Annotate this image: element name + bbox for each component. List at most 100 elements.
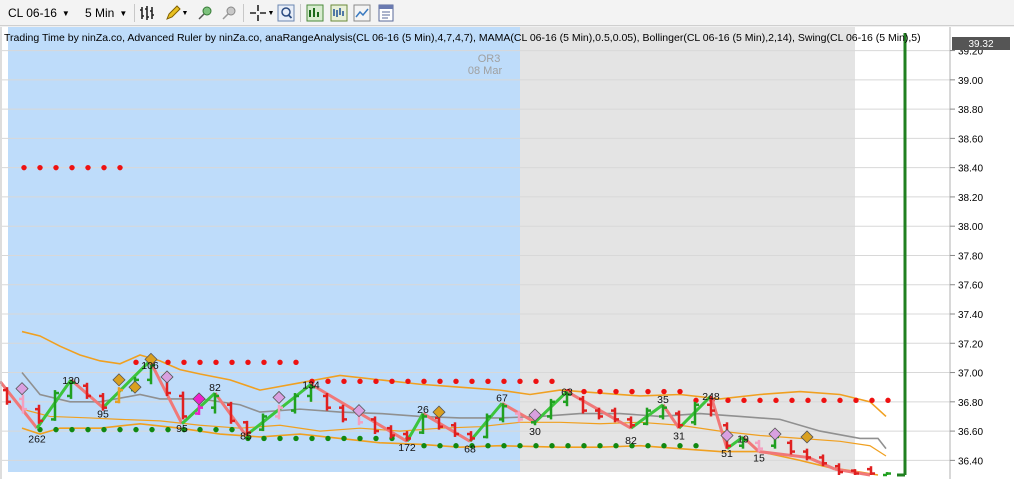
support-dot	[357, 435, 363, 442]
resistance-dot	[341, 378, 347, 385]
swing-count-label: 85	[240, 430, 252, 442]
resistance-dot	[533, 378, 539, 385]
resistance-dot	[133, 359, 139, 366]
price-chart[interactable]: OR3 08 Mar 262 130 95 106 95 82 85 134 26 172 68 67…	[0, 27, 1014, 479]
price-tick-label: 37.40	[958, 310, 983, 321]
resistance-dot	[869, 397, 875, 404]
interval-selector[interactable]: 5 Min ▼	[85, 3, 127, 23]
support-dot	[261, 435, 267, 442]
drawing-tool-dropdown[interactable]: ▼	[180, 3, 190, 23]
swing-count-label: 82	[209, 382, 221, 394]
unpin-icon	[222, 6, 236, 20]
crosshair-dropdown[interactable]: ▼	[266, 3, 276, 23]
support-dot	[213, 426, 219, 433]
chart-style-button[interactable]	[352, 3, 372, 23]
price-tick-label: 36.80	[958, 398, 983, 409]
strategies-button[interactable]	[329, 3, 349, 23]
resistance-dot	[421, 378, 427, 385]
support-dot	[117, 426, 123, 433]
indicators-button[interactable]	[305, 3, 325, 23]
resistance-dot	[357, 378, 363, 385]
resistance-dot	[549, 378, 555, 385]
resistance-dot	[437, 378, 443, 385]
swing-count-label: 248	[702, 391, 720, 403]
crosshair-button[interactable]	[248, 3, 268, 23]
resistance-dot	[645, 388, 651, 395]
session-date: 08 Mar	[468, 65, 503, 77]
support-dot	[277, 435, 283, 442]
resistance-dot	[485, 378, 491, 385]
resistance-dot	[373, 378, 379, 385]
resistance-dot	[741, 397, 747, 404]
swing-count-label: 172	[398, 442, 416, 454]
chart-canvas[interactable]: OR3 08 Mar 262 130 95 106 95 82 85 134 26 172 68 67…	[0, 27, 1014, 479]
support-dot	[53, 426, 59, 433]
swing-count-label: 67	[496, 392, 508, 404]
swing-count-label: 31	[673, 430, 685, 442]
support-dot	[133, 426, 139, 433]
support-dot	[597, 443, 603, 449]
resistance-dot	[69, 164, 75, 171]
swing-count-label: 30	[529, 426, 541, 438]
resistance-dot	[21, 164, 27, 171]
chevron-down-icon: ▼	[181, 9, 189, 17]
resistance-dot	[181, 359, 187, 366]
toolbar-divider	[134, 4, 135, 22]
support-dot	[421, 443, 427, 449]
resistance-dot	[885, 397, 891, 404]
resistance-dot	[629, 388, 635, 395]
instrument-selector[interactable]: CL 06-16 ▼	[8, 3, 70, 23]
session-band-gray	[520, 27, 855, 472]
support-dot	[661, 443, 667, 449]
resistance-dot	[101, 164, 107, 171]
swing-count-label: 68	[464, 444, 476, 456]
chevron-down-icon: ▼	[61, 8, 70, 18]
swing-count-label: 51	[721, 448, 733, 460]
swing-count-label: 134	[302, 379, 320, 391]
support-dot	[197, 426, 203, 433]
resistance-dot	[613, 388, 619, 395]
price-tick-label: 37.60	[958, 281, 983, 292]
bar-type-button[interactable]	[138, 3, 158, 23]
support-dot	[165, 426, 171, 433]
resistance-dot	[453, 378, 459, 385]
swing-count-label: 26	[417, 404, 429, 416]
resistance-dot	[245, 359, 251, 366]
resistance-dot	[293, 359, 299, 366]
properties-icon	[378, 4, 394, 22]
support-dot	[517, 443, 523, 449]
price-tick-label: 38.80	[958, 105, 983, 116]
session-band-or3	[8, 27, 520, 472]
swing-count-label: 130	[62, 375, 80, 387]
price-tick-label: 38.60	[958, 134, 983, 145]
support-dot	[613, 443, 619, 449]
unpin-button[interactable]	[219, 3, 239, 23]
strategies-icon	[330, 4, 348, 22]
swing-count-label: 106	[141, 360, 159, 372]
chevron-down-icon: ▼	[119, 8, 128, 18]
swing-count-label: 95	[176, 423, 188, 435]
price-tick-label: 37.00	[958, 369, 983, 380]
support-dot	[293, 435, 299, 442]
session-label: OR3	[478, 53, 501, 65]
instrument-label: CL 06-16	[8, 6, 57, 20]
swing-count-label: 95	[97, 409, 109, 421]
swing-count-label: 262	[28, 433, 46, 445]
indicators-icon	[306, 4, 324, 22]
magnifier-icon	[277, 4, 295, 22]
swing-count-label: 35	[657, 394, 669, 406]
resistance-dot	[501, 378, 507, 385]
resistance-dot	[37, 164, 43, 171]
resistance-dot	[197, 359, 203, 366]
global-draw-button[interactable]	[195, 3, 215, 23]
resistance-dot	[213, 359, 219, 366]
properties-button[interactable]	[376, 3, 396, 23]
zoom-button[interactable]	[276, 3, 296, 23]
swing-count-label: 82	[625, 435, 637, 447]
price-tick-label: 36.40	[958, 456, 983, 467]
resistance-dot	[325, 378, 331, 385]
resistance-dot	[517, 378, 523, 385]
resistance-dot	[117, 164, 123, 171]
support-dot	[485, 443, 491, 449]
support-dot	[581, 443, 587, 449]
